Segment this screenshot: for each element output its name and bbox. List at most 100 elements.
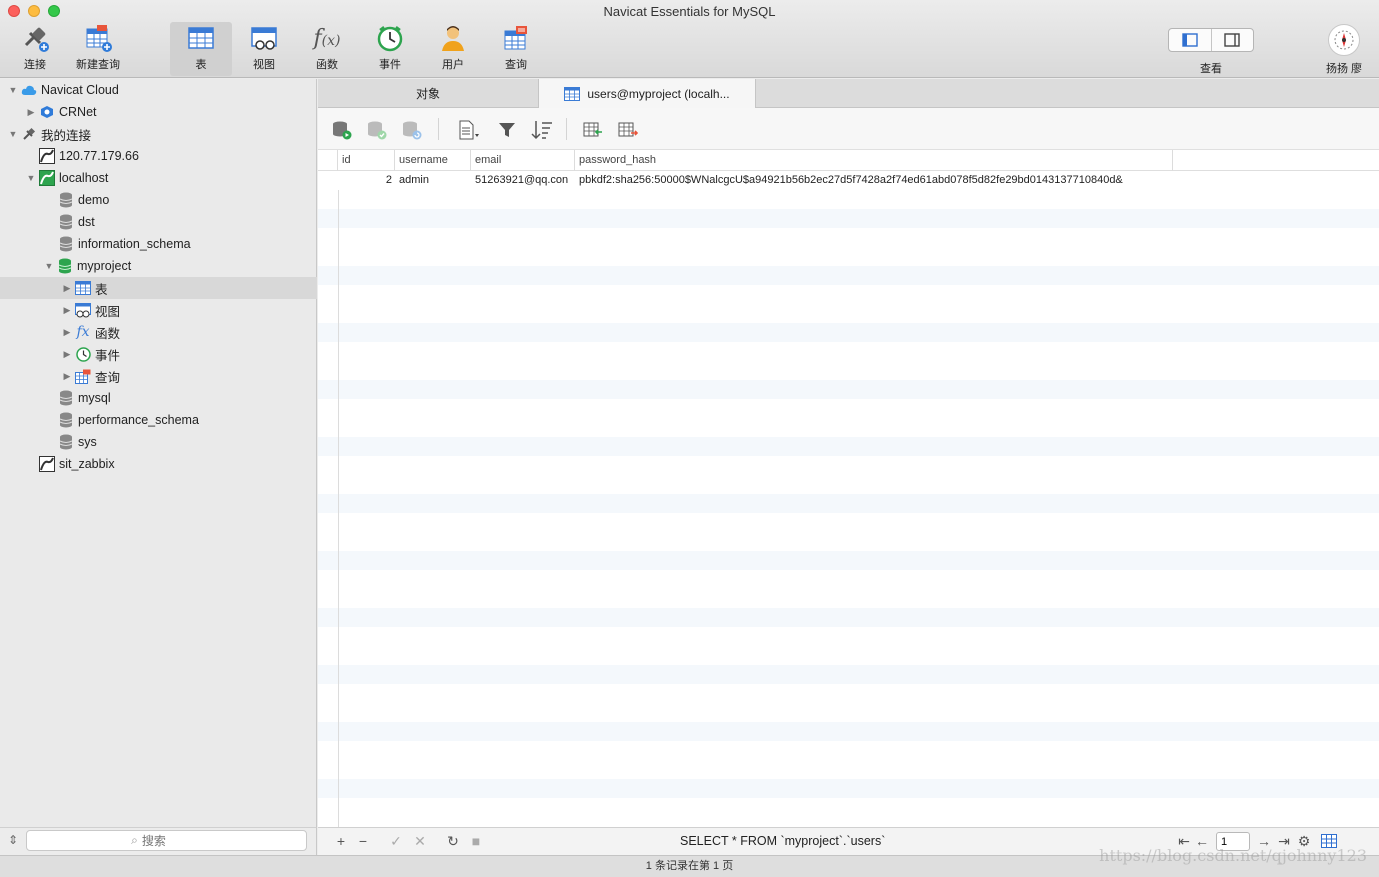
toggle-info-panel-button[interactable]: [1212, 29, 1254, 51]
mysql-server-icon: [39, 148, 55, 164]
column-header-id[interactable]: id: [337, 150, 395, 171]
query-icon: [501, 23, 531, 53]
user-button[interactable]: 用户: [422, 22, 484, 76]
column-header-password-hash[interactable]: password_hash: [575, 150, 1173, 171]
table-icon: [564, 87, 581, 101]
tree-item-my-connections[interactable]: ▼ 我的连接: [0, 123, 317, 145]
export-button[interactable]: [617, 119, 639, 141]
table-export-icon: [618, 122, 638, 137]
tree-item-information-schema[interactable]: information_schema: [0, 233, 317, 255]
empty-row-stripe: [318, 190, 1379, 209]
tree-item-localhost[interactable]: ▼ localhost: [0, 167, 317, 189]
tree-item-mysql[interactable]: mysql: [0, 387, 317, 409]
text-view-button[interactable]: [458, 119, 480, 141]
tree-item-sit-zabbix[interactable]: sit_zabbix: [0, 453, 317, 475]
sort-arrows-icon[interactable]: ⇕: [8, 833, 18, 847]
tree-item-demo[interactable]: demo: [0, 189, 317, 211]
table-button[interactable]: 表: [170, 22, 232, 76]
expand-arrow-icon[interactable]: ▼: [26, 173, 36, 183]
tree-item-myproject[interactable]: ▼ myproject: [0, 255, 317, 277]
collapse-arrow-icon[interactable]: ▶: [62, 327, 72, 337]
account-button[interactable]: 扬扬 廖: [1316, 24, 1372, 76]
collapse-arrow-icon[interactable]: ▶: [62, 349, 72, 359]
tab-bar: 对象 users@myproject (localh...: [318, 79, 1379, 109]
query-icon: [75, 368, 91, 384]
tree-item-performance-schema[interactable]: performance_schema: [0, 409, 317, 431]
tree-item-dst[interactable]: dst: [0, 211, 317, 233]
tab-users-table[interactable]: users@myproject (localh...: [538, 79, 756, 109]
tree-item-views[interactable]: ▶ 视图: [0, 299, 317, 321]
collapse-arrow-icon[interactable]: ▶: [62, 283, 72, 293]
import-button[interactable]: [582, 119, 604, 141]
x-icon: ✕: [414, 832, 426, 849]
empty-row-stripe: [318, 532, 1379, 551]
expand-arrow-icon[interactable]: ▼: [44, 261, 54, 271]
collapse-arrow-icon[interactable]: ▶: [62, 305, 72, 315]
refresh-button[interactable]: ↻: [445, 833, 461, 849]
empty-row-stripe: [318, 741, 1379, 760]
expand-arrow-icon[interactable]: ▼: [8, 129, 18, 139]
refresh-icon: ↻: [447, 832, 459, 849]
connect-button[interactable]: 连接: [4, 22, 66, 76]
tree-item-navicat-cloud[interactable]: ▼ Navicat Cloud: [0, 79, 317, 101]
view-toggle: [1168, 28, 1254, 52]
database-open-icon: [57, 258, 73, 274]
tree-item-sys[interactable]: sys: [0, 431, 317, 453]
sidebar-footer: ⇕ ⌕: [0, 827, 317, 855]
empty-row-stripe: [318, 722, 1379, 741]
empty-row-stripe: [318, 627, 1379, 646]
new-query-button[interactable]: 新建查询: [67, 22, 129, 76]
stop-icon: ■: [471, 833, 481, 849]
document-icon: [459, 120, 479, 140]
apply-changes-button[interactable]: ✓: [388, 833, 404, 849]
empty-row-stripe: [318, 399, 1379, 418]
function-button[interactable]: f(x) 函数: [296, 22, 358, 76]
tree-item-crnet[interactable]: ▶ CRNet: [0, 101, 317, 123]
begin-transaction-button[interactable]: [331, 119, 353, 141]
discard-changes-button[interactable]: ✕: [412, 833, 428, 849]
collapse-arrow-icon[interactable]: ▶: [26, 107, 36, 117]
left-panel-icon: [1182, 33, 1198, 47]
stop-button[interactable]: ■: [468, 833, 484, 849]
filter-button[interactable]: [496, 119, 518, 141]
table-row[interactable]: 2 admin 51263921@qq.con pbkdf2:sha256:50…: [318, 171, 1379, 190]
column-header-username[interactable]: username: [395, 150, 471, 171]
rollback-button[interactable]: [401, 119, 423, 141]
cell-email[interactable]: 51263921@qq.con: [475, 171, 573, 190]
toolbar-divider: [566, 118, 567, 140]
tree-item-functions[interactable]: ▶ fx 函数: [0, 321, 317, 343]
view-button[interactable]: 视图: [233, 22, 295, 76]
event-button[interactable]: 事件: [359, 22, 421, 76]
delete-record-button[interactable]: −: [355, 833, 371, 849]
tree-item-remote-host[interactable]: 120.77.179.66: [0, 145, 317, 167]
toggle-sidebar-button[interactable]: [1169, 29, 1212, 51]
add-record-button[interactable]: +: [333, 833, 349, 849]
expand-arrow-icon[interactable]: ▼: [8, 85, 18, 95]
clock-icon: [375, 23, 405, 53]
tree-item-events[interactable]: ▶ 事件: [0, 343, 317, 365]
database-play-icon: [333, 121, 352, 140]
cell-password-hash[interactable]: pbkdf2:sha256:50000$WNalcgcU$a94921b56b2…: [579, 171, 1169, 190]
empty-row-stripe: [318, 266, 1379, 285]
column-header-email[interactable]: email: [471, 150, 575, 171]
empty-row-stripe: [318, 760, 1379, 779]
search-input[interactable]: [141, 833, 202, 848]
view-icon: [75, 302, 91, 318]
database-rollback-icon: [403, 121, 422, 140]
empty-row-stripe: [318, 475, 1379, 494]
tree-item-tables[interactable]: ▶ 表: [0, 277, 317, 299]
tree-item-queries[interactable]: ▶ 查询: [0, 365, 317, 387]
sort-button[interactable]: [531, 119, 553, 141]
right-panel-icon: [1224, 33, 1240, 47]
collapse-arrow-icon[interactable]: ▶: [62, 371, 72, 381]
sidebar-search[interactable]: ⌕: [26, 830, 307, 851]
cell-id[interactable]: 2: [338, 171, 392, 190]
commit-button[interactable]: [366, 119, 388, 141]
cloud-icon: [21, 82, 37, 98]
search-icon: ⌕: [131, 833, 138, 847]
query-button[interactable]: 查询: [485, 22, 547, 76]
plug-icon: [20, 23, 50, 53]
checkmark-icon: ✓: [390, 832, 402, 849]
cell-username[interactable]: admin: [399, 171, 469, 190]
tab-objects[interactable]: 对象: [318, 79, 538, 108]
